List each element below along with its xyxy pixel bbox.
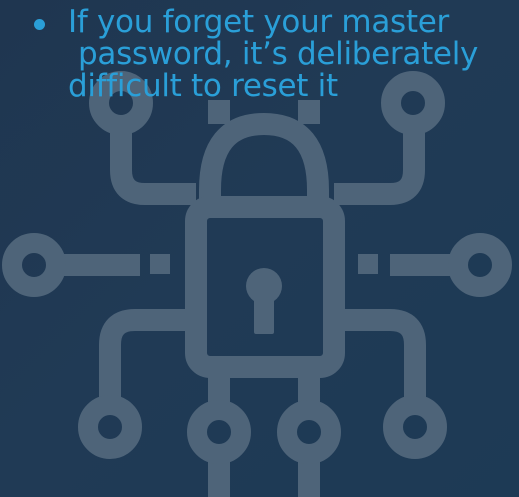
bullet-dot-icon [34,19,45,30]
lock-shackle [199,113,329,207]
node-bottom-far-left [78,395,142,459]
node-left [2,233,66,297]
slide: If you forget your master password, it’s… [0,0,519,497]
pad-left [150,254,170,274]
trace-lower-left [99,309,196,405]
keyhole-stem [254,290,274,334]
pad-right [358,254,378,274]
bullet-line-2: password, it’s deliberately [78,36,479,72]
node-right [448,233,512,297]
trace-upper-left [110,125,196,205]
bullet-line-3: difficult to reset it [68,68,338,104]
trace-upper-right [334,125,425,205]
node-bottom-left [187,400,251,464]
bullet-line-1: If you forget your master [68,4,449,40]
node-bottom-far-right [383,395,447,459]
node-bottom-right [277,400,341,464]
node-top-right [381,71,445,135]
trace-lower-right [334,309,426,405]
